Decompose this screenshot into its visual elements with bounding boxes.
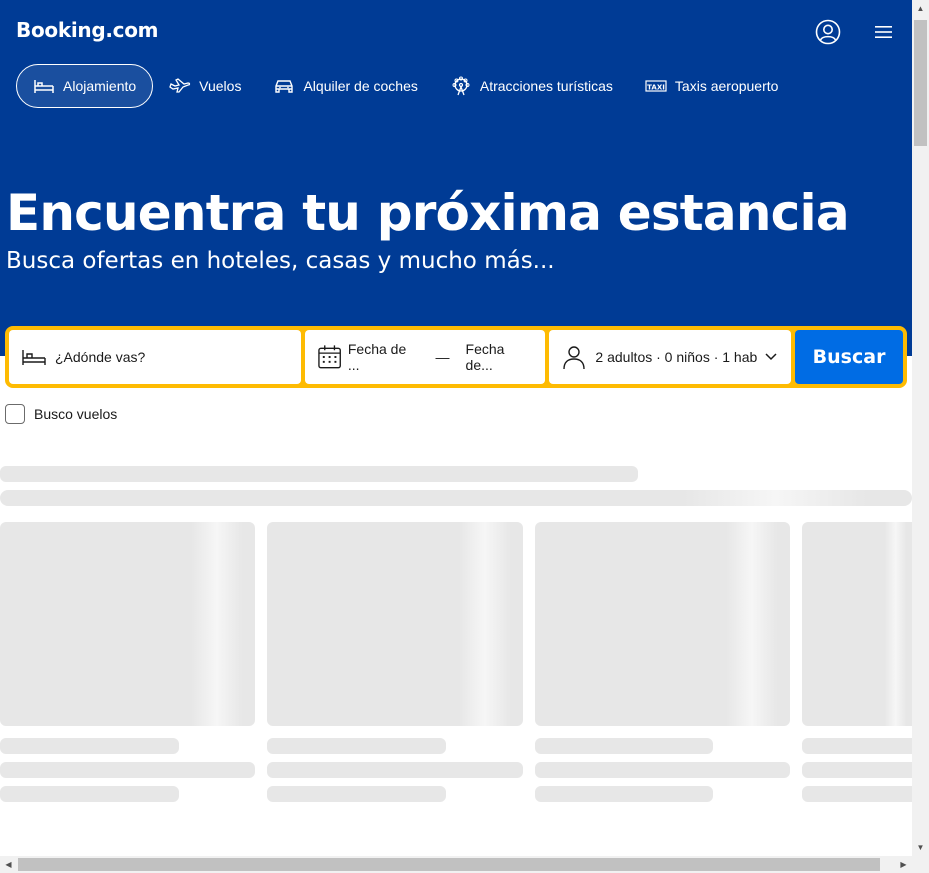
- booking-logo[interactable]: Booking.com: [16, 18, 158, 42]
- skeleton-card-text: [0, 762, 255, 778]
- chevron-down-icon: [765, 353, 777, 361]
- skeleton-card-text: [535, 762, 790, 778]
- checkin-date: Fecha de ...: [347, 341, 407, 373]
- vertical-scrollbar-thumb[interactable]: [914, 20, 927, 146]
- car-icon: [273, 75, 295, 97]
- destination-placeholder: ¿Adónde vas?: [55, 349, 146, 365]
- hamburger-menu-icon: [875, 26, 892, 38]
- skeleton-card-text: [0, 738, 179, 754]
- bed-icon: [33, 75, 55, 97]
- checkout-date: Fecha de...: [465, 341, 505, 373]
- occupancy-value: 2 adultos · 0 niños · 1 hab: [595, 349, 758, 365]
- bed-icon: [22, 350, 46, 365]
- hero-header: Booking.com Alojamiento Vuelos Alquiler …: [0, 0, 912, 356]
- skeleton-card-image: [267, 522, 523, 726]
- scroll-up-arrow-icon[interactable]: ▲: [912, 0, 929, 17]
- plane-icon: [169, 75, 191, 97]
- nav-item-label: Vuelos: [199, 78, 242, 94]
- nav-item-label: Atracciones turísticas: [479, 78, 613, 94]
- skeleton-card-text: [0, 786, 179, 802]
- ferris-wheel-icon: [450, 75, 472, 97]
- calendar-icon: [317, 345, 341, 369]
- search-bar: ¿Adónde vas? Fecha de ... — Fecha de... …: [5, 326, 907, 388]
- page-title: Encuentra tu próxima estancia: [6, 184, 850, 242]
- nav-item-taxis[interactable]: TAXI Taxis aeropuerto: [629, 64, 795, 108]
- dates-field[interactable]: Fecha de ... — Fecha de...: [304, 330, 546, 384]
- account-circle-icon: [815, 19, 841, 45]
- skeleton-card-image: [802, 522, 912, 726]
- nav-item-alojamiento[interactable]: Alojamiento: [16, 64, 154, 108]
- product-nav: Alojamiento Vuelos Alquiler de coches At…: [16, 64, 794, 108]
- skeleton-card-text: [267, 762, 523, 778]
- skeleton-heading: [0, 466, 638, 482]
- skeleton-card-image: [535, 522, 790, 726]
- scroll-down-arrow-icon[interactable]: ▼: [912, 839, 929, 856]
- search-button[interactable]: Buscar: [795, 330, 903, 384]
- nav-item-label: Taxis aeropuerto: [674, 78, 779, 94]
- nav-item-label: Alquiler de coches: [303, 78, 418, 94]
- occupancy-field[interactable]: 2 adultos · 0 niños · 1 hab: [549, 330, 792, 384]
- destination-field[interactable]: ¿Adónde vas?: [9, 330, 301, 384]
- horizontal-scrollbar-thumb[interactable]: [18, 858, 880, 871]
- page-subtitle: Busca ofertas en hoteles, casas y mucho …: [6, 248, 555, 274]
- nav-item-alquiler-coches[interactable]: Alquiler de coches: [257, 64, 433, 108]
- date-separator: —: [435, 349, 450, 365]
- flights-checkbox-label[interactable]: Busco vuelos: [34, 406, 117, 422]
- flights-option: Busco vuelos: [5, 404, 117, 424]
- person-icon: [563, 346, 586, 370]
- nav-item-vuelos[interactable]: Vuelos: [153, 64, 257, 108]
- taxi-icon: TAXI: [645, 75, 667, 97]
- skeleton-card-text: [267, 738, 446, 754]
- skeleton-card-text: [802, 762, 912, 778]
- account-button[interactable]: [812, 16, 844, 48]
- scroll-left-arrow-icon[interactable]: ◀: [0, 856, 17, 873]
- svg-text:TAXI: TAXI: [647, 84, 665, 92]
- flights-checkbox[interactable]: [5, 404, 25, 424]
- skeleton-card-text: [535, 786, 713, 802]
- menu-button[interactable]: [868, 16, 900, 48]
- skeleton-subheading: [0, 490, 912, 506]
- scroll-right-arrow-icon[interactable]: ▶: [895, 856, 912, 873]
- skeleton-card-text: [267, 786, 446, 802]
- nav-item-label: Alojamiento: [63, 78, 137, 94]
- skeleton-card-image: [0, 522, 255, 726]
- skeleton-card-text: [802, 786, 912, 802]
- skeleton-card-text: [802, 738, 912, 754]
- skeleton-card-text: [535, 738, 713, 754]
- nav-item-atracciones[interactable]: Atracciones turísticas: [434, 64, 629, 108]
